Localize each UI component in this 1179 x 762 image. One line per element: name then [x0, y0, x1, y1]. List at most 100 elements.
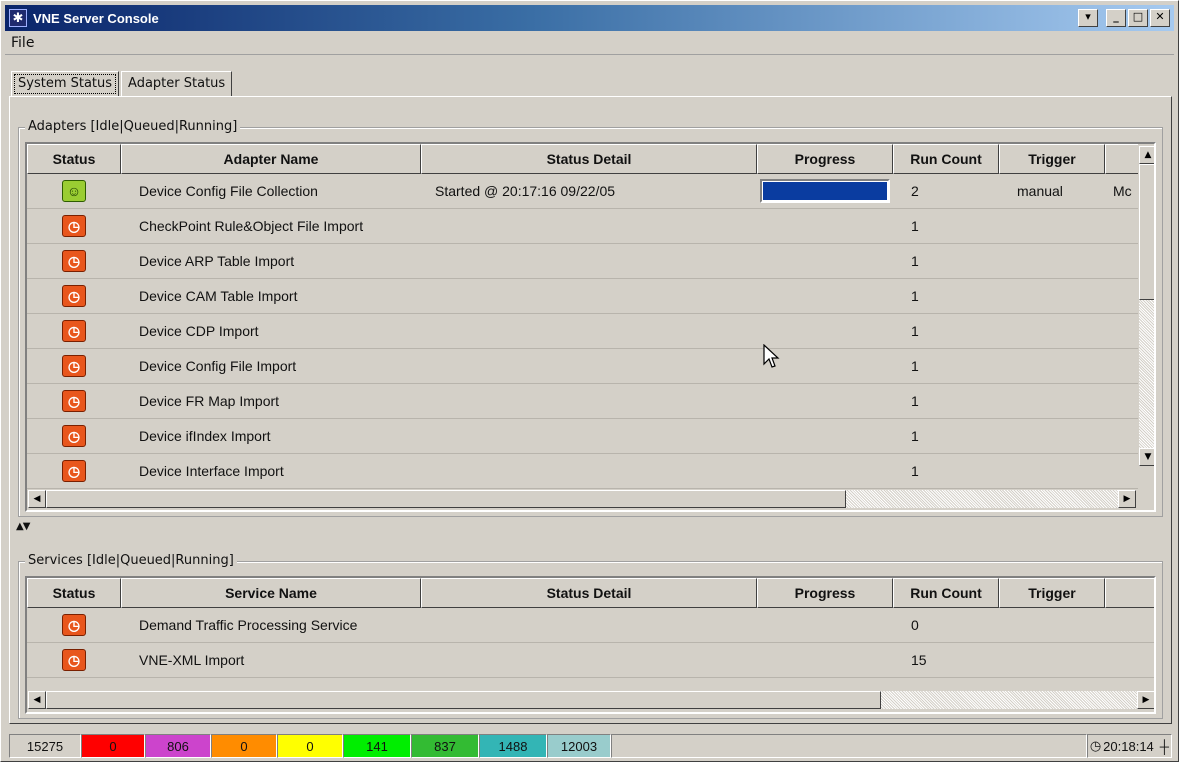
adapters-col-progress[interactable]: Progress — [757, 144, 893, 174]
adapters-col-detail[interactable]: Status Detail — [421, 144, 757, 174]
minimize-button[interactable]: _ — [1106, 9, 1126, 27]
adapter-run-count-cell: 1 — [911, 218, 919, 234]
queued-clock-icon: ◷ — [62, 215, 86, 237]
tab-strip: System Status Adapter Status — [11, 71, 234, 97]
adapters-group: Adapters [Idle|Queued|Running] Status Ad… — [18, 119, 1163, 517]
adapter-trigger-cell: manual — [1017, 183, 1063, 199]
adapter-table-row[interactable]: ◷ Device CAM Table Import 1 — [27, 279, 1138, 314]
service-name-cell: Demand Traffic Processing Service — [139, 617, 358, 633]
system-menu-button[interactable]: ▾ — [1078, 9, 1098, 27]
splitter-handle[interactable]: ▲▼ — [16, 521, 30, 532]
running-person-icon: ☺ — [62, 180, 86, 202]
queued-clock-icon: ◷ — [62, 649, 86, 671]
status-counter-7: 1488 — [479, 734, 547, 758]
services-body: ◷ Demand Traffic Processing Service 0 ◷ VNE-… — [27, 608, 1154, 688]
progress-bar — [760, 179, 890, 203]
adapters-col-status[interactable]: Status — [27, 144, 121, 174]
main-window: ✱ VNE Server Console ▾ _ □ ✕ File System… — [0, 0, 1179, 762]
adapters-hscroll-track[interactable] — [846, 490, 1118, 508]
queued-clock-icon: ◷ — [62, 460, 86, 482]
adapter-name-cell: Device CDP Import — [139, 323, 259, 339]
adapter-name-cell: Device Config File Collection — [139, 183, 318, 199]
resize-grip-icon[interactable]: ┼ — [1156, 739, 1169, 754]
services-col-trigger[interactable]: Trigger — [999, 578, 1105, 608]
scroll-right-button[interactable]: ▶ — [1137, 691, 1154, 709]
adapters-hscroll-thumb[interactable] — [46, 490, 846, 508]
status-counter-2: 806 — [145, 734, 211, 758]
services-hscrollbar[interactable]: ◀ ▶ — [27, 690, 1154, 712]
adapter-table-row[interactable]: ◷ CheckPoint Rule&Object File Import 1 — [27, 209, 1138, 244]
queued-clock-icon: ◷ — [62, 355, 86, 377]
close-button[interactable]: ✕ — [1150, 9, 1170, 27]
services-col-detail[interactable]: Status Detail — [421, 578, 757, 608]
adapters-vscroll-track[interactable] — [1139, 300, 1154, 448]
adapter-name-cell: Device FR Map Import — [139, 393, 280, 409]
service-table-row[interactable]: ◷ Demand Traffic Processing Service 0 — [27, 608, 1154, 643]
status-counter-1: 0 — [81, 734, 145, 758]
adapters-hscrollbar[interactable]: ◀ ▶ — [27, 489, 1154, 510]
adapter-table-row[interactable]: ◷ Device ifIndex Import 1 — [27, 419, 1138, 454]
adapters-vscroll-thumb[interactable] — [1139, 164, 1154, 300]
services-col-run-count[interactable]: Run Count — [893, 578, 999, 608]
adapter-table-row[interactable]: ◷ Device CDP Import 1 — [27, 314, 1138, 349]
clock-time: 20:18:14 — [1103, 738, 1154, 754]
service-table-row[interactable]: ◷ VNE-XML Import 15 — [27, 643, 1154, 678]
scroll-down-button[interactable]: ▼ — [1139, 448, 1154, 466]
adapter-name-cell: Device Interface Import — [139, 463, 284, 479]
maximize-button[interactable]: □ — [1128, 9, 1148, 27]
services-hscroll-thumb[interactable] — [46, 691, 881, 709]
adapter-run-count-cell: 1 — [911, 288, 919, 304]
adapters-body: ☺ Device Config File Collection Started @ … — [27, 174, 1138, 489]
menu-file[interactable]: File — [11, 35, 34, 51]
asterisk-icon: ✱ — [9, 9, 27, 27]
queued-clock-icon: ◷ — [62, 250, 86, 272]
menu-bar: File — [5, 33, 1174, 55]
adapters-group-title: Adapters [Idle|Queued|Running] — [25, 119, 241, 134]
adapters-table: Status Adapter Name Status Detail Progre… — [25, 142, 1156, 512]
title-bar[interactable]: ✱ VNE Server Console ▾ _ □ ✕ — [5, 5, 1174, 31]
progress-fill — [763, 182, 887, 200]
adapter-table-row[interactable]: ☺ Device Config File Collection Started @ … — [27, 174, 1138, 209]
adapter-table-row[interactable]: ◷ Device ARP Table Import 1 — [27, 244, 1138, 279]
services-table: Status Service Name Status Detail Progre… — [25, 576, 1156, 714]
adapter-table-row[interactable]: ◷ Device Interface Import 1 — [27, 454, 1138, 489]
adapter-name-cell: Device Config File Import — [139, 358, 297, 374]
adapter-run-count-cell: 1 — [911, 358, 919, 374]
status-counter-5: 141 — [343, 734, 411, 758]
scroll-right-button[interactable]: ▶ — [1118, 490, 1136, 508]
status-counter-6: 837 — [411, 734, 479, 758]
adapters-col-name[interactable]: Adapter Name — [121, 144, 421, 174]
scroll-up-button[interactable]: ▲ — [1139, 146, 1154, 164]
queued-clock-icon: ◷ — [62, 285, 86, 307]
services-col-progress[interactable]: Progress — [757, 578, 893, 608]
queued-clock-icon: ◷ — [62, 614, 86, 636]
adapter-table-row[interactable]: ◷ Device FR Map Import 1 — [27, 384, 1138, 419]
services-group: Services [Idle|Queued|Running] Status Se… — [18, 553, 1163, 719]
adapter-name-cell: CheckPoint Rule&Object File Import — [139, 218, 364, 234]
adapter-run-count-cell: 1 — [911, 323, 919, 339]
status-bar: 15275 0 806 0 0 141 837 1488 12003 ◷ 20:18:14 ┼ — [9, 733, 1172, 759]
scroll-left-button[interactable]: ◀ — [28, 691, 46, 709]
service-name-cell: VNE-XML Import — [139, 652, 245, 668]
services-col-extra[interactable] — [1105, 578, 1154, 608]
queued-clock-icon: ◷ — [62, 425, 86, 447]
clock-display: ◷ 20:18:14 ┼ — [1086, 734, 1172, 758]
adapter-name-cell: Device ifIndex Import — [139, 428, 271, 444]
adapters-vscrollbar[interactable]: ▲ ▼ — [1138, 144, 1154, 489]
adapters-col-trigger[interactable]: Trigger — [999, 144, 1105, 174]
adapters-header: Status Adapter Name Status Detail Progre… — [27, 144, 1154, 174]
queued-clock-icon: ◷ — [62, 320, 86, 342]
adapters-col-run-count[interactable]: Run Count — [893, 144, 999, 174]
scroll-left-button[interactable]: ◀ — [28, 490, 46, 508]
tab-adapter-status[interactable]: Adapter Status — [121, 71, 233, 97]
mouse-cursor-icon — [763, 344, 780, 368]
services-hscroll-track[interactable] — [881, 691, 1137, 709]
queued-clock-icon: ◷ — [62, 390, 86, 412]
clock-icon: ◷ — [1089, 738, 1102, 753]
tab-system-status[interactable]: System Status — [11, 71, 120, 97]
services-col-name[interactable]: Service Name — [121, 578, 421, 608]
status-spacer — [611, 734, 1087, 758]
services-col-status[interactable]: Status — [27, 578, 121, 608]
adapter-run-count-cell: 1 — [911, 428, 919, 444]
adapter-table-row[interactable]: ◷ Device Config File Import 1 — [27, 349, 1138, 384]
